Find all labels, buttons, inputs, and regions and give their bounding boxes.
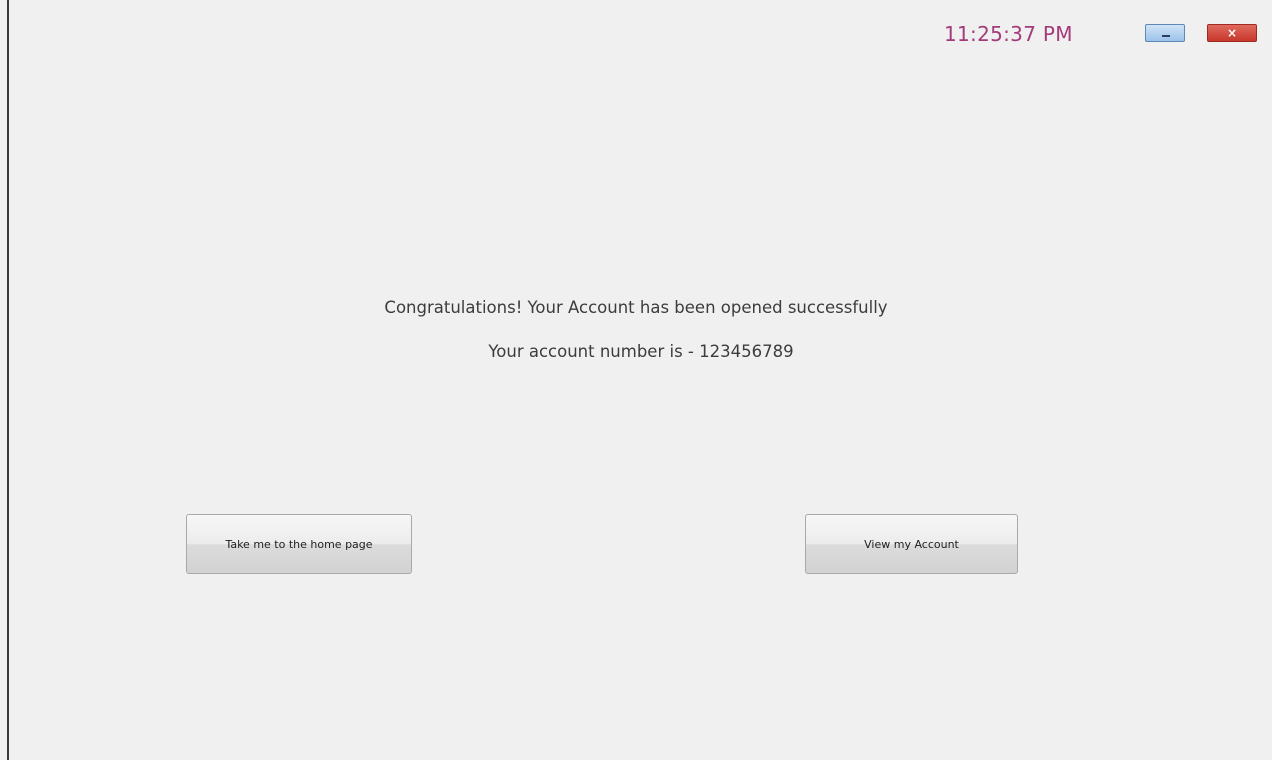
success-message: Congratulations! Your Account has been o… — [384, 298, 888, 317]
home-page-button[interactable]: Take me to the home page — [186, 514, 412, 574]
account-confirmation-window: 11:25:37 PM × Congratulations! Your Acco… — [0, 0, 1272, 760]
view-account-button-label: View my Account — [864, 537, 959, 551]
account-number-message: Your account number is - 123456789 — [488, 342, 794, 361]
view-account-button[interactable]: View my Account — [805, 514, 1018, 574]
minimize-icon — [1162, 35, 1170, 37]
close-icon: × — [1226, 26, 1238, 40]
home-page-button-label: Take me to the home page — [225, 537, 373, 551]
close-button[interactable]: × — [1207, 24, 1257, 42]
minimize-button[interactable] — [1145, 24, 1185, 42]
window-left-border — [7, 0, 9, 760]
clock-display: 11:25:37 PM — [944, 22, 1073, 46]
